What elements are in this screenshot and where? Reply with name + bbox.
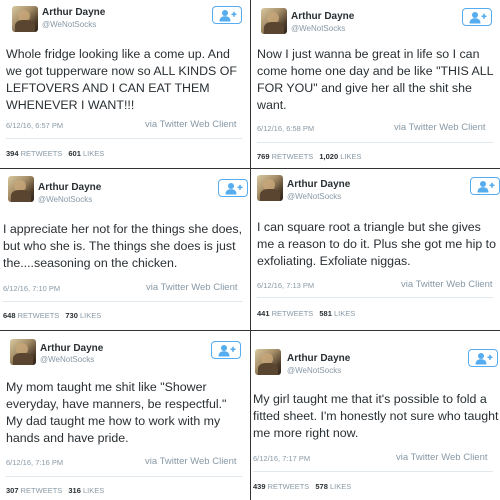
divider — [253, 471, 493, 472]
via-client-link[interactable]: via Twitter Web Client — [394, 122, 486, 133]
tweet-card: Arthur Dayne @WeNotSocks I appreciate he… — [0, 169, 250, 330]
follow-person-plus-icon — [218, 345, 236, 357]
like-count[interactable]: 578 — [315, 482, 328, 491]
user-handle[interactable]: @WeNotSocks — [291, 24, 345, 33]
retweet-count[interactable]: 394 — [6, 149, 19, 158]
timestamp[interactable]: 6/12/16, 7:16 PM — [6, 458, 63, 467]
retweets-label: RETWEETS — [267, 482, 310, 491]
user-handle[interactable]: @WeNotSocks — [40, 355, 94, 364]
tweet-stats: 439 RETWEETS 578 LIKES — [253, 482, 351, 491]
follow-button[interactable] — [218, 179, 248, 197]
retweet-count[interactable]: 648 — [3, 311, 16, 320]
divider — [6, 476, 242, 477]
retweet-count[interactable]: 441 — [257, 309, 270, 318]
timestamp[interactable]: 6/12/16, 6:58 PM — [257, 124, 314, 133]
likes-label: LIKES — [79, 311, 102, 320]
like-count[interactable]: 581 — [319, 309, 332, 318]
tweet-card: Arthur Dayne @WeNotSocks Now I just wann… — [251, 0, 500, 168]
divider — [257, 142, 493, 143]
divider — [257, 297, 493, 298]
retweet-count[interactable]: 769 — [257, 152, 270, 161]
timestamp[interactable]: 6/12/16, 7:13 PM — [257, 281, 314, 290]
tweet-stats: 307 RETWEETS 316 LIKES — [6, 486, 104, 495]
user-handle[interactable]: @WeNotSocks — [38, 195, 92, 204]
follow-button[interactable] — [470, 177, 500, 195]
likes-label: LIKES — [82, 486, 105, 495]
follow-person-plus-icon — [477, 181, 495, 193]
retweets-label: RETWEETS — [271, 152, 314, 161]
avatar[interactable] — [257, 175, 283, 201]
likes-label: LIKES — [340, 152, 362, 161]
tweet-stats: 394 RETWEETS 601 LIKES — [6, 149, 104, 158]
user-handle[interactable]: @WeNotSocks — [287, 366, 341, 375]
user-handle[interactable]: @WeNotSocks — [42, 20, 96, 29]
grid-divider — [0, 168, 500, 169]
via-client-link[interactable]: via Twitter Web Client — [145, 456, 237, 467]
avatar[interactable] — [261, 8, 287, 34]
timestamp[interactable]: 6/12/16, 7:17 PM — [253, 454, 310, 463]
tweet-text: My girl taught me that it's possible to … — [253, 392, 499, 440]
retweets-label: RETWEETS — [271, 309, 314, 318]
retweet-count[interactable]: 307 — [6, 486, 19, 495]
divider — [3, 301, 243, 302]
via-client-link[interactable]: via Twitter Web Client — [396, 452, 488, 463]
follow-person-plus-icon — [219, 10, 237, 22]
avatar[interactable] — [255, 349, 281, 375]
likes-label: LIKES — [82, 149, 105, 158]
retweets-label: RETWEETS — [17, 311, 60, 320]
display-name[interactable]: Arthur Dayne — [287, 353, 350, 364]
like-count[interactable]: 730 — [65, 311, 78, 320]
tweet-text: Now I just wanna be great in life so I c… — [257, 47, 494, 112]
avatar[interactable] — [10, 339, 36, 365]
display-name[interactable]: Arthur Dayne — [38, 182, 101, 193]
divider — [6, 138, 242, 139]
follow-person-plus-icon — [225, 183, 243, 195]
tweet-card: Arthur Dayne @WeNotSocks My girl taught … — [251, 331, 500, 500]
tweet-card: Arthur Dayne @WeNotSocks My mom taught m… — [0, 331, 250, 500]
tweet-stats: 441 RETWEETS 581 LIKES — [257, 309, 355, 318]
avatar[interactable] — [12, 6, 38, 32]
tweet-card: Arthur Dayne @WeNotSocks I can square ro… — [251, 169, 500, 330]
via-client-link[interactable]: via Twitter Web Client — [401, 279, 493, 290]
display-name[interactable]: Arthur Dayne — [40, 343, 103, 354]
tweet-text: I can square root a triangle but she giv… — [257, 220, 496, 268]
tweet-text: I appreciate her not for the things she … — [3, 222, 243, 270]
user-handle[interactable]: @WeNotSocks — [287, 192, 341, 201]
timestamp[interactable]: 6/12/16, 7:10 PM — [3, 284, 60, 293]
like-count[interactable]: 316 — [68, 486, 81, 495]
like-count[interactable]: 601 — [68, 149, 81, 158]
follow-button[interactable] — [211, 341, 241, 359]
via-client-link[interactable]: via Twitter Web Client — [146, 282, 238, 293]
follow-button[interactable] — [462, 8, 492, 26]
likes-label: LIKES — [333, 309, 356, 318]
tweet-stats: 769 RETWEETS 1,020 LIKES — [257, 152, 362, 161]
timestamp[interactable]: 6/12/16, 6:57 PM — [6, 121, 63, 130]
retweets-label: RETWEETS — [20, 149, 63, 158]
follow-button[interactable] — [212, 6, 242, 24]
likes-label: LIKES — [329, 482, 352, 491]
retweet-count[interactable]: 439 — [253, 482, 266, 491]
tweet-card: Arthur Dayne @WeNotSocks Whole fridge lo… — [0, 0, 250, 168]
tweet-stats: 648 RETWEETS 730 LIKES — [3, 311, 101, 320]
display-name[interactable]: Arthur Dayne — [287, 179, 350, 190]
grid-divider — [250, 0, 251, 500]
avatar[interactable] — [8, 176, 34, 202]
retweets-label: RETWEETS — [20, 486, 63, 495]
grid-divider — [0, 330, 500, 331]
via-client-link[interactable]: via Twitter Web Client — [145, 119, 237, 130]
tweet-text: My mom taught me shit like "Shower every… — [6, 380, 227, 445]
tweet-text: Whole fridge looking like a come up. And… — [6, 47, 237, 112]
display-name[interactable]: Arthur Dayne — [42, 7, 105, 18]
follow-person-plus-icon — [475, 353, 493, 365]
follow-person-plus-icon — [469, 12, 487, 24]
like-count[interactable]: 1,020 — [319, 152, 338, 161]
follow-button[interactable] — [468, 349, 498, 367]
display-name[interactable]: Arthur Dayne — [291, 11, 354, 22]
